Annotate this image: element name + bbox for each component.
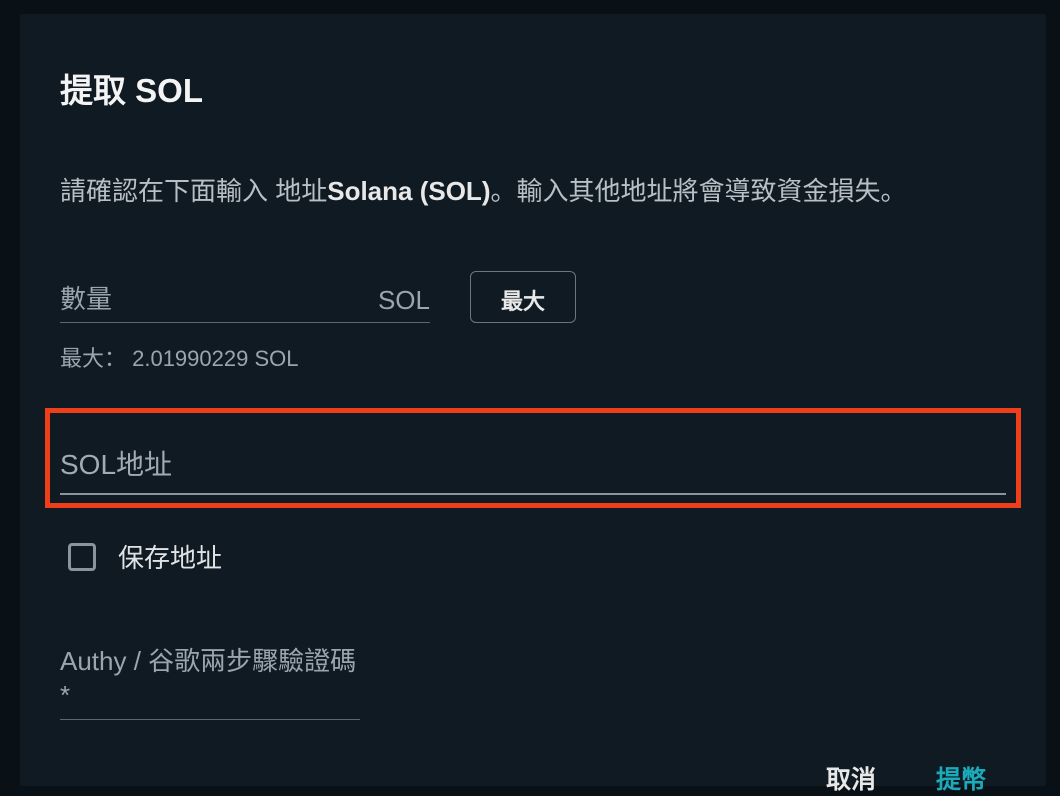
modal-actions: 取消 提幣 <box>60 760 1006 796</box>
amount-row: 數量 SOL 最大 <box>60 271 1006 323</box>
amount-input[interactable]: 數量 SOL <box>60 279 430 323</box>
address-label: SOL地址 <box>60 449 172 480</box>
address-highlight-box: SOL地址 <box>45 408 1021 508</box>
save-address-label: 保存地址 <box>118 538 222 575</box>
withdraw-modal: 提取 SOL 請確認在下面輸入 地址Solana (SOL)。輸入其他地址將會導… <box>20 14 1046 786</box>
warning-prefix: 請確認在下面輸入 地址 <box>60 176 327 206</box>
max-info-text: 最大： 2.01990229 SOL <box>60 341 1006 373</box>
amount-label: 數量 <box>60 279 378 316</box>
save-address-row: 保存地址 <box>60 538 1006 575</box>
address-input[interactable]: SOL地址 <box>60 443 1006 495</box>
amount-unit: SOL <box>378 285 430 316</box>
warning-suffix: 。輸入其他地址將會導致資金損失。 <box>490 176 906 206</box>
cancel-button[interactable]: 取消 <box>826 760 876 796</box>
modal-title: 提取 SOL <box>60 64 1006 112</box>
max-button[interactable]: 最大 <box>470 271 576 323</box>
save-address-checkbox[interactable] <box>68 543 96 571</box>
submit-button[interactable]: 提幣 <box>936 760 986 796</box>
warning-text: 請確認在下面輸入 地址Solana (SOL)。輸入其他地址將會導致資金損失。 <box>60 172 1006 211</box>
twofa-input[interactable]: Authy / 谷歌兩步驟驗證碼 * <box>60 645 360 720</box>
twofa-label: Authy / 谷歌兩步驟驗證碼 * <box>60 645 360 713</box>
warning-network-bold: Solana (SOL) <box>327 176 490 206</box>
